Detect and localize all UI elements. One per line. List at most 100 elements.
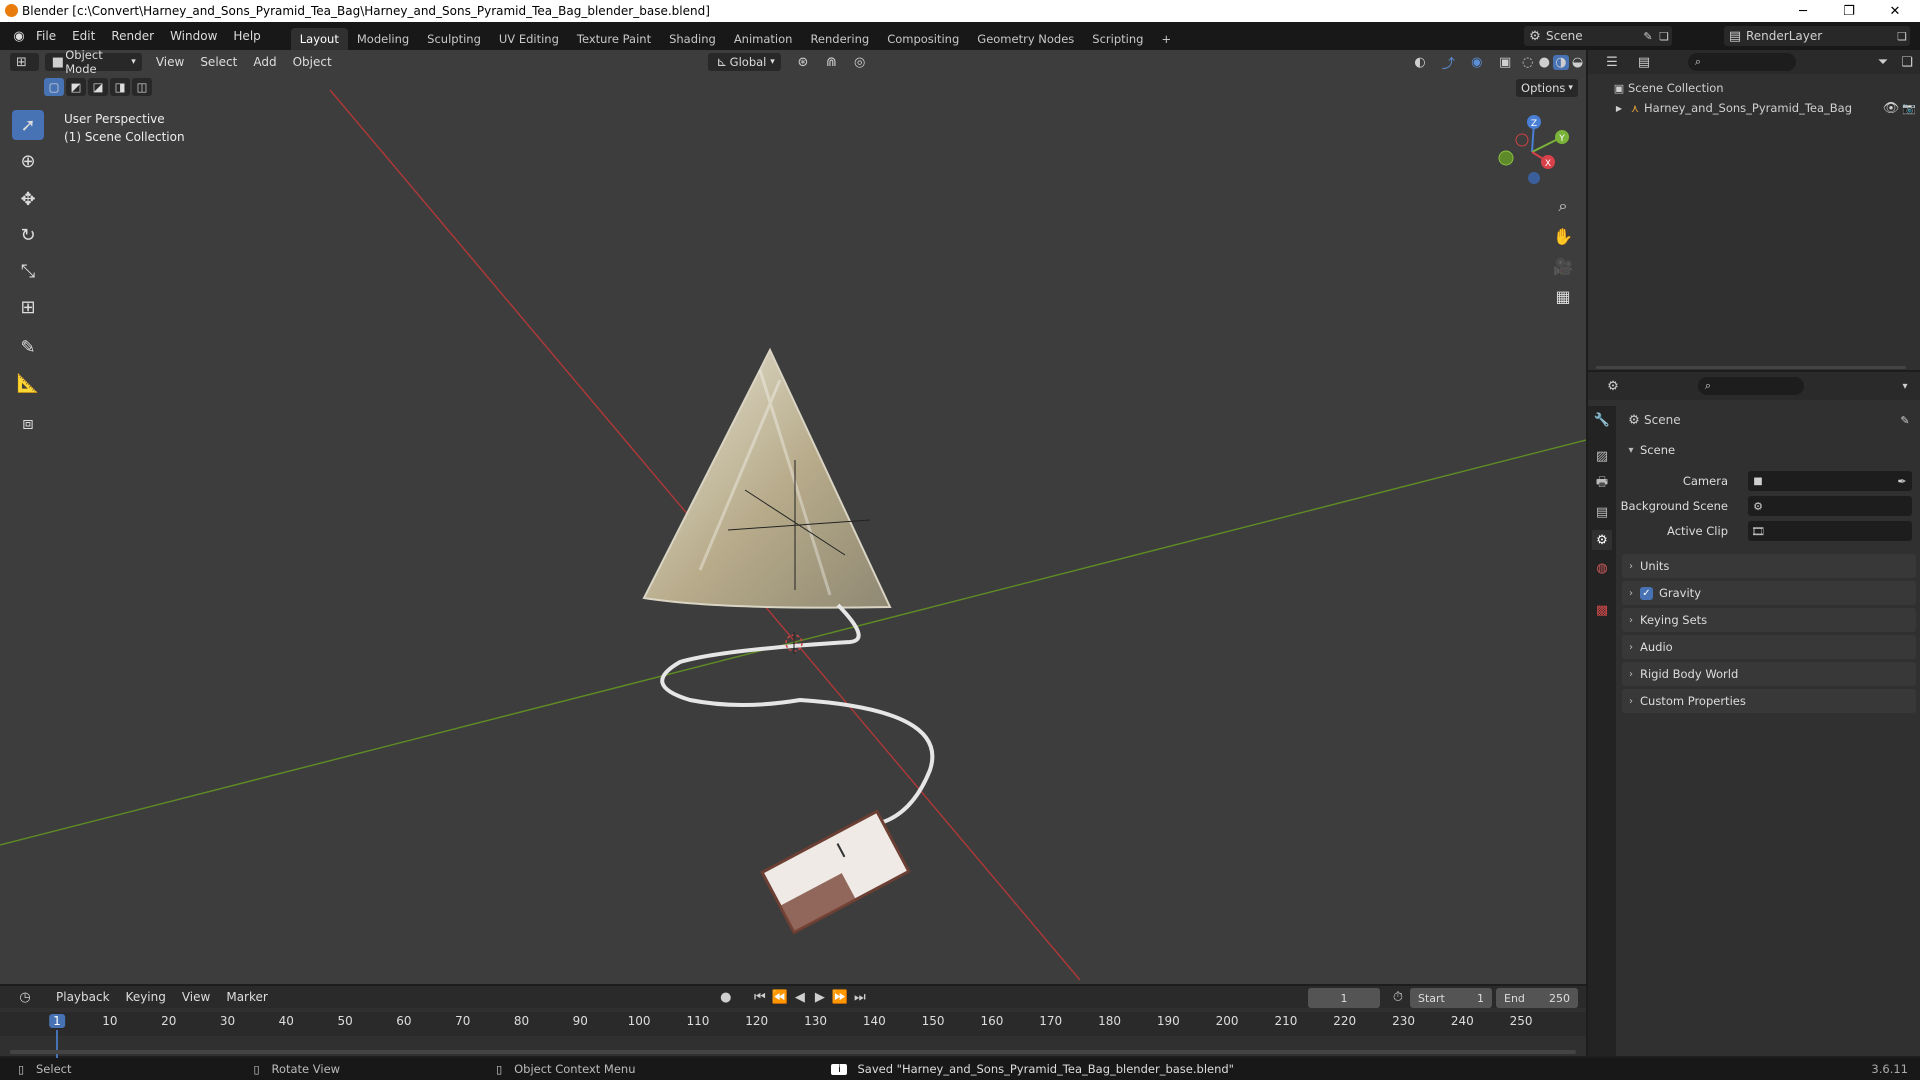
eye-icon[interactable]: 👁: [1882, 101, 1900, 116]
pin-icon[interactable]: ✎: [1640, 30, 1656, 43]
menu-window[interactable]: Window: [162, 29, 225, 43]
tool-tab-icon[interactable]: 🔧: [1592, 410, 1612, 430]
panel-keying-sets[interactable]: › Keying Sets: [1622, 608, 1916, 632]
properties-editor-icon[interactable]: ⚙: [1600, 379, 1626, 394]
timeline-ruler[interactable]: 1 10 20 30 40 50 60 70 80 90 100 110 120 130 140 150 160…: [0, 1012, 1586, 1060]
wireframe-shading-icon[interactable]: ◌: [1519, 55, 1536, 70]
end-frame-field[interactable]: End 250: [1496, 988, 1578, 1008]
jump-start-icon[interactable]: ⏮: [750, 990, 770, 1005]
rotate-tool[interactable]: ↻: [12, 220, 44, 250]
stopwatch-icon[interactable]: ⏱: [1388, 990, 1408, 1005]
restore-button[interactable]: ❐: [1826, 0, 1872, 22]
select-extend-icon[interactable]: ◩: [66, 78, 86, 96]
gizmo-icon[interactable]: ⤴: [1438, 53, 1458, 72]
tab-scripting[interactable]: Scripting: [1083, 28, 1152, 50]
outliner-item[interactable]: ▶ ⋏ Harney_and_Sons_Pyramid_Tea_Bag 👁 📷: [1612, 98, 1918, 118]
next-keyframe-icon[interactable]: ⏩: [830, 990, 850, 1005]
timeline-menu-view[interactable]: View: [174, 990, 218, 1004]
expand-arrow-icon[interactable]: ▶: [1612, 104, 1626, 113]
world-tab-icon[interactable]: ◍: [1592, 558, 1612, 578]
viewport-scene[interactable]: [0, 50, 1586, 984]
blender-menu-icon[interactable]: ◉: [10, 29, 28, 44]
xray-icon[interactable]: ▣: [1495, 55, 1515, 70]
tab-animation[interactable]: Animation: [725, 28, 802, 50]
tab-sculpting[interactable]: Sculpting: [418, 28, 490, 50]
tab-geometry-nodes[interactable]: Geometry Nodes: [968, 28, 1083, 50]
chevron-down-icon[interactable]: ▾: [1896, 381, 1914, 392]
display-mode-icon[interactable]: ▤: [1632, 55, 1656, 70]
outliner-scrollbar[interactable]: [1596, 366, 1906, 369]
panel-scene[interactable]: ▾ Scene: [1622, 438, 1916, 462]
menu-render[interactable]: Render: [103, 29, 162, 43]
scale-tool[interactable]: ⤡: [12, 256, 44, 286]
viewport-menu-add[interactable]: Add: [245, 55, 284, 69]
snap-icon[interactable]: ⋒: [821, 55, 841, 70]
measure-tool[interactable]: 📐: [12, 368, 44, 398]
select-intersect-icon[interactable]: ◫: [132, 78, 152, 96]
select-box-tool[interactable]: ➚: [12, 110, 44, 140]
playhead[interactable]: 1: [49, 1014, 65, 1028]
close-button[interactable]: ✕: [1872, 0, 1918, 22]
outliner-search-input[interactable]: ⌕: [1688, 53, 1796, 71]
tab-layout[interactable]: Layout: [290, 28, 348, 50]
scene-selector[interactable]: ⚙ Scene ✎ ❏: [1524, 26, 1672, 46]
eyedropper-icon[interactable]: ✒: [1892, 475, 1912, 488]
pivot-icon[interactable]: ⊛: [793, 55, 813, 70]
background-scene-field[interactable]: ⚙: [1748, 496, 1912, 516]
navigation-gizmo[interactable]: Z Y X: [1490, 110, 1570, 190]
camera-view-icon[interactable]: 🎥: [1548, 252, 1578, 280]
gravity-checkbox[interactable]: ✓: [1640, 586, 1653, 600]
play-icon[interactable]: ▶: [810, 990, 830, 1005]
texture-tab-icon[interactable]: ▩: [1592, 600, 1612, 620]
viewport-menu-view[interactable]: View: [148, 55, 192, 69]
tab-uv-editing[interactable]: UV Editing: [490, 28, 568, 50]
mode-selector[interactable]: ■ Object Mode ▾: [44, 50, 142, 76]
outliner-root[interactable]: ▣ Scene Collection: [1610, 78, 1724, 98]
panel-custom-properties[interactable]: › Custom Properties: [1622, 689, 1916, 713]
timeline-editor-icon[interactable]: ◷: [12, 990, 38, 1005]
pan-hand-icon[interactable]: ✋: [1548, 222, 1578, 250]
add-workspace-button[interactable]: +: [1152, 28, 1180, 50]
move-tool[interactable]: ✥: [12, 184, 44, 214]
zoom-icon[interactable]: ⌕: [1548, 192, 1578, 220]
properties-search-input[interactable]: ⌕: [1698, 377, 1804, 395]
new-layer-icon[interactable]: ❏: [1894, 30, 1910, 43]
timeline-menu-playback[interactable]: Playback: [48, 990, 118, 1004]
new-collection-icon[interactable]: ❏: [1896, 55, 1918, 70]
annotate-tool[interactable]: ✎: [12, 332, 44, 362]
outliner-editor-icon[interactable]: ☰: [1600, 55, 1624, 70]
select-new-icon[interactable]: ▢: [44, 78, 64, 96]
viewport-menu-object[interactable]: Object: [285, 55, 340, 69]
tab-texture-paint[interactable]: Texture Paint: [568, 28, 660, 50]
minimize-button[interactable]: ─: [1780, 0, 1826, 22]
active-clip-field[interactable]: 🎞: [1748, 521, 1912, 541]
tab-shading[interactable]: Shading: [660, 28, 725, 50]
transform-orientation-selector[interactable]: ⊾ Global ▾: [707, 53, 781, 71]
new-scene-icon[interactable]: ❏: [1656, 30, 1672, 43]
rendered-shading-icon[interactable]: ◒: [1569, 55, 1586, 70]
options-button[interactable]: Options ▾: [1516, 79, 1578, 97]
render-layer-selector[interactable]: ▤ RenderLayer ❏: [1724, 26, 1910, 46]
menu-edit[interactable]: Edit: [64, 29, 103, 43]
play-reverse-icon[interactable]: ◀: [790, 990, 810, 1005]
prev-keyframe-icon[interactable]: ⏪: [770, 990, 790, 1005]
start-frame-field[interactable]: Start 1: [1410, 988, 1492, 1008]
visibility-icon[interactable]: ◐: [1410, 55, 1430, 70]
camera-field[interactable]: ■ ✒: [1748, 471, 1912, 491]
editor-type-button[interactable]: ⊞: [10, 53, 39, 71]
menu-help[interactable]: Help: [225, 29, 268, 43]
render-camera-icon[interactable]: 📷: [1900, 102, 1918, 115]
3d-viewport[interactable]: ⊞ ■ Object Mode ▾ View Select Add Object ⊾…: [0, 50, 1586, 984]
select-subtract-icon[interactable]: ◪: [88, 78, 108, 96]
filter-icon[interactable]: ⏷: [1872, 55, 1894, 70]
panel-audio[interactable]: › Audio: [1622, 635, 1916, 659]
panel-rigid-body-world[interactable]: › Rigid Body World: [1622, 662, 1916, 686]
tab-rendering[interactable]: Rendering: [801, 28, 878, 50]
perspective-grid-icon[interactable]: ▦: [1548, 282, 1578, 310]
cursor-tool[interactable]: ⊕: [12, 146, 44, 176]
transform-tool[interactable]: ⊞: [12, 292, 44, 322]
add-cube-tool[interactable]: ⧈: [12, 408, 44, 438]
jump-end-icon[interactable]: ⏭: [850, 990, 870, 1005]
timeline-menu-keying[interactable]: Keying: [118, 990, 174, 1004]
scene-tab-icon[interactable]: ⚙: [1592, 530, 1612, 550]
